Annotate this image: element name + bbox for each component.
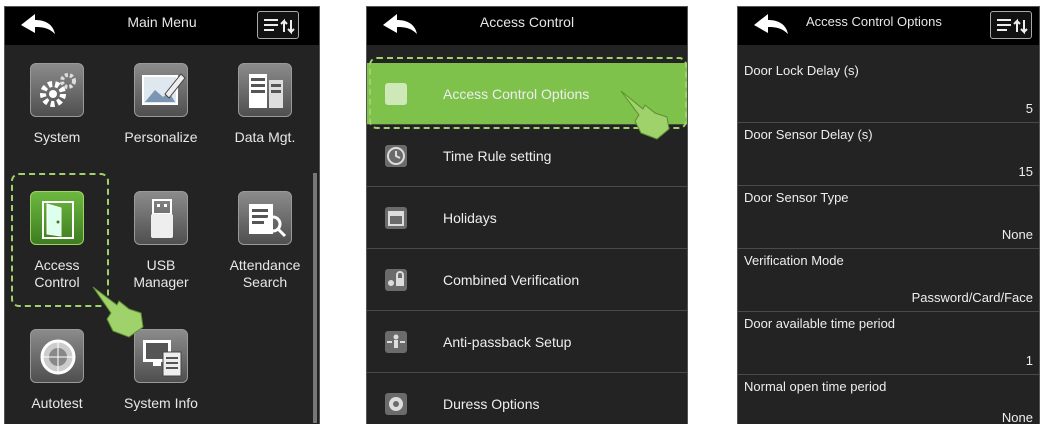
database-icon xyxy=(238,63,292,117)
list-item-label: Combined Verification xyxy=(443,272,580,288)
option-door-available-time-period[interactable]: Door available time period 1 xyxy=(738,312,1039,375)
option-label: Door Sensor Delay (s) xyxy=(744,127,873,142)
main-menu-screen: Main Menu System Personalize Data Mgt. A… xyxy=(4,6,320,424)
option-value: Password/Card/Face xyxy=(911,290,1033,305)
option-value: 15 xyxy=(1018,164,1033,179)
list-item-combined-verification[interactable]: Combined Verification xyxy=(367,249,687,311)
menu-item-personalize[interactable]: Personalize xyxy=(113,63,209,163)
back-button[interactable] xyxy=(744,10,798,40)
menu-item-label: Attendance Search xyxy=(229,257,301,290)
list-item-label: Anti-passback Setup xyxy=(443,334,572,350)
access-control-titlebar: Access Control xyxy=(367,7,687,45)
search-document-icon xyxy=(238,191,292,245)
back-arrow-icon xyxy=(754,14,788,34)
option-label: Verification Mode xyxy=(744,253,844,268)
menu-item-label: Data Mgt. xyxy=(234,129,296,145)
menu-item-label: System Info xyxy=(124,395,198,411)
sort-icon xyxy=(997,18,1028,35)
lock-icon xyxy=(385,269,407,291)
list-item-label: Duress Options xyxy=(443,396,540,412)
option-value: None xyxy=(1001,227,1033,242)
option-label: Door available time period xyxy=(744,316,896,331)
sort-button[interactable] xyxy=(990,11,1032,39)
option-verification-mode[interactable]: Verification Mode Password/Card/Face xyxy=(738,249,1039,312)
menu-item-data-mgt[interactable]: Data Mgt. xyxy=(217,63,313,163)
door-icon xyxy=(30,191,84,245)
list-item-label: Time Rule setting xyxy=(443,148,552,164)
menu-item-system[interactable]: System xyxy=(9,63,105,163)
menu-item-label: Personalize xyxy=(124,129,198,145)
page-title: Access Control Options xyxy=(806,14,942,29)
option-door-sensor-delay[interactable]: Door Sensor Delay (s) 15 xyxy=(738,123,1039,186)
calendar-icon xyxy=(385,207,407,229)
option-door-sensor-type[interactable]: Door Sensor Type None xyxy=(738,186,1039,249)
menu-item-attendance-search[interactable]: Attendance Search xyxy=(217,191,313,301)
option-value: 5 xyxy=(1025,101,1033,116)
option-value: None xyxy=(1001,410,1033,424)
option-door-lock-delay[interactable]: Door Lock Delay (s) 5 xyxy=(738,45,1039,123)
access-control-screen: Access Control Access Control Options Ti… xyxy=(366,6,688,424)
menu-item-autotest[interactable]: Autotest xyxy=(9,329,105,424)
pointing-hand-icon xyxy=(92,286,144,338)
menu-item-label: Autotest xyxy=(31,395,83,411)
scrollbar[interactable] xyxy=(313,173,317,423)
list-item-label: Holidays xyxy=(443,210,497,226)
option-label: Door Lock Delay (s) xyxy=(744,63,859,78)
access-control-options-screen: Access Control Options Door Lock Delay (… xyxy=(737,6,1040,424)
menu-item-label: System xyxy=(33,129,81,145)
page-title: Access Control xyxy=(479,14,575,30)
sort-icon xyxy=(264,18,295,35)
usb-icon xyxy=(134,191,188,245)
pointing-hand-icon xyxy=(620,90,670,140)
list-item-duress-options[interactable]: Duress Options xyxy=(367,373,687,424)
option-label: Normal open time period xyxy=(744,379,887,394)
option-value: 1 xyxy=(1025,353,1033,368)
image-edit-icon xyxy=(134,63,188,117)
sort-button[interactable] xyxy=(257,11,299,39)
gears-icon xyxy=(30,63,84,117)
alarm-icon xyxy=(385,393,407,415)
main-menu-titlebar: Main Menu xyxy=(5,7,319,45)
list-item-anti-passback-setup[interactable]: Anti-passback Setup xyxy=(367,311,687,373)
menu-item-system-info[interactable]: System Info xyxy=(113,329,209,424)
target-icon xyxy=(30,329,84,383)
clock-icon xyxy=(385,145,407,167)
option-normal-open-time-period[interactable]: Normal open time period None xyxy=(738,375,1039,424)
person-arrows-icon xyxy=(385,331,407,353)
options-titlebar: Access Control Options xyxy=(738,7,1039,45)
list-item-holidays[interactable]: Holidays xyxy=(367,187,687,249)
option-label: Door Sensor Type xyxy=(744,190,849,205)
